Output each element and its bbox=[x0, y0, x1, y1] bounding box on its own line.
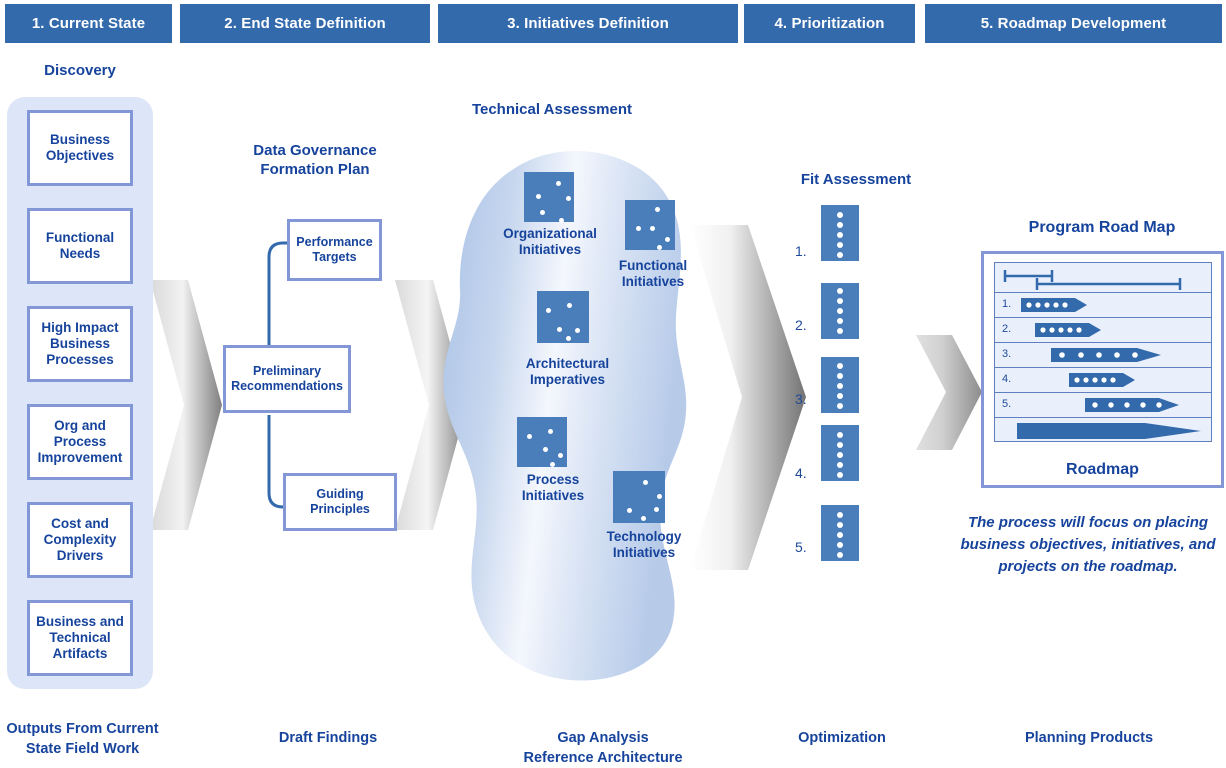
governance-box-performance-targets[interactable]: Performance Targets bbox=[287, 219, 382, 281]
footer-label-draft-findings: Draft Findings bbox=[278, 730, 378, 746]
process-initiatives-icon bbox=[517, 417, 567, 467]
phase-bar-4[interactable]: 4. Prioritization bbox=[744, 4, 915, 43]
phase-bar-2[interactable]: 2. End State Definition bbox=[180, 4, 430, 43]
roadmap-row-number: 1. bbox=[1002, 298, 1012, 310]
chevron-arrow-1 bbox=[150, 280, 222, 530]
roadmap-gantt-arrow bbox=[1035, 323, 1101, 337]
fit-row-card[interactable] bbox=[821, 505, 859, 561]
governance-box-label: Guiding Principles bbox=[310, 487, 370, 516]
architectural-imperatives-label: Architectural Imperatives bbox=[525, 356, 610, 387]
technology-initiatives-icon bbox=[613, 471, 665, 523]
governance-box-preliminary-recommendations[interactable]: Preliminary Recommendations bbox=[223, 345, 351, 413]
roadmap-summary-arrow bbox=[1017, 422, 1201, 439]
roadmap-gantt-arrow bbox=[1021, 298, 1087, 312]
fit-row-number: 2. bbox=[795, 317, 807, 333]
phase-bar-1[interactable]: 1. Current State bbox=[5, 4, 172, 43]
discovery-item-cost-complexity-drivers[interactable]: Cost and Complexity Drivers bbox=[27, 502, 133, 578]
roadmap-row[interactable]: 2. bbox=[995, 318, 1211, 343]
functional-initiatives-label: Functional Initiatives bbox=[618, 258, 688, 289]
governance-box-label: Preliminary Recommendations bbox=[231, 364, 343, 393]
roadmap-caption: Roadmap bbox=[1066, 461, 1139, 478]
phase-bar-3[interactable]: 3. Initiatives Definition bbox=[438, 4, 738, 43]
functional-initiatives-icon bbox=[625, 200, 675, 250]
roadmap-row-number: 3. bbox=[1002, 348, 1012, 360]
fit-row-card[interactable] bbox=[821, 205, 859, 261]
roadmap-grid: 1. 2. 3. 4. 5. bbox=[994, 262, 1212, 442]
discovery-panel: Business Objectives Functional Needs Hig… bbox=[7, 97, 153, 689]
roadmap-note: The process will focus on placing busine… bbox=[960, 514, 1216, 575]
roadmap-gantt-arrow bbox=[1069, 373, 1135, 387]
roadmap-gantt-arrow bbox=[1085, 398, 1179, 412]
discovery-item-functional-needs[interactable]: Functional Needs bbox=[27, 208, 133, 284]
discovery-item-business-objectives[interactable]: Business Objectives bbox=[27, 110, 133, 186]
fit-row-number: 3. bbox=[795, 391, 807, 407]
discovery-item-business-technical-artifacts[interactable]: Business and Technical Artifacts bbox=[27, 600, 133, 676]
fit-row-number: 1. bbox=[795, 243, 807, 259]
roadmap-row[interactable]: 5. bbox=[995, 393, 1211, 418]
fit-row-card[interactable] bbox=[821, 357, 859, 413]
roadmap-row[interactable]: 1. bbox=[995, 293, 1211, 318]
roadmap-timeline-row bbox=[995, 263, 1211, 293]
technology-initiatives-label: Technology Initiatives bbox=[606, 529, 682, 560]
discovery-item-label: Business and Technical Artifacts bbox=[36, 614, 124, 661]
governance-title: Data Governance Formation Plan bbox=[253, 142, 377, 178]
roadmap-row-number: 4. bbox=[1002, 373, 1012, 385]
process-initiatives-label: Process Initiatives bbox=[521, 472, 585, 503]
discovery-item-high-impact-processes[interactable]: High Impact Business Processes bbox=[27, 306, 133, 382]
fit-assessment-title: Fit Assessment bbox=[800, 171, 912, 188]
program-road-map-panel[interactable]: 1. 2. 3. 4. 5. Roadmap bbox=[981, 251, 1224, 488]
organizational-initiatives-icon bbox=[524, 172, 574, 223]
governance-box-label: Performance Targets bbox=[296, 235, 373, 264]
governance-box-guiding-principles[interactable]: Guiding Principles bbox=[283, 473, 397, 531]
fit-row-number: 4. bbox=[795, 465, 807, 481]
phase-bar-5[interactable]: 5. Roadmap Development bbox=[925, 4, 1222, 43]
discovery-item-label: Functional Needs bbox=[45, 230, 115, 261]
chevron-arrow-4 bbox=[916, 335, 982, 450]
discovery-item-org-process-improvement[interactable]: Org and Process Improvement bbox=[27, 404, 133, 480]
fit-row-card[interactable] bbox=[821, 425, 859, 481]
footer-label-gap-analysis: Gap Analysis Reference Architecture bbox=[523, 730, 683, 766]
discovery-title: Discovery bbox=[44, 62, 116, 79]
footer-label-planning-products: Planning Products bbox=[1024, 730, 1154, 746]
fit-row-card[interactable] bbox=[821, 283, 859, 339]
technical-assessment-blob bbox=[443, 150, 687, 681]
fit-row-number: 5. bbox=[795, 539, 807, 555]
footer-label-outputs: Outputs From Current State Field Work bbox=[6, 721, 159, 757]
discovery-item-label: Org and Process Improvement bbox=[37, 418, 123, 465]
discovery-item-label: Cost and Complexity Drivers bbox=[43, 516, 117, 563]
roadmap-row[interactable]: 4. bbox=[995, 368, 1211, 393]
program-road-map-title: Program Road Map bbox=[1028, 219, 1176, 236]
roadmap-row[interactable]: 3. bbox=[995, 343, 1211, 368]
roadmap-row-number: 5. bbox=[1002, 398, 1012, 410]
timeline-bracket-icon bbox=[1003, 270, 1182, 290]
discovery-item-label: High Impact Business Processes bbox=[41, 320, 119, 367]
organizational-initiatives-label: Organizational Initiatives bbox=[503, 226, 597, 257]
technical-assessment-title: Technical Assessment bbox=[471, 101, 633, 118]
architectural-imperatives-icon bbox=[537, 291, 589, 343]
roadmap-gantt-arrow bbox=[1051, 348, 1161, 362]
roadmap-summary-row bbox=[995, 418, 1211, 443]
discovery-item-label: Business Objectives bbox=[45, 132, 115, 163]
roadmap-row-number: 2. bbox=[1002, 323, 1012, 335]
footer-label-optimization: Optimization bbox=[798, 730, 886, 746]
